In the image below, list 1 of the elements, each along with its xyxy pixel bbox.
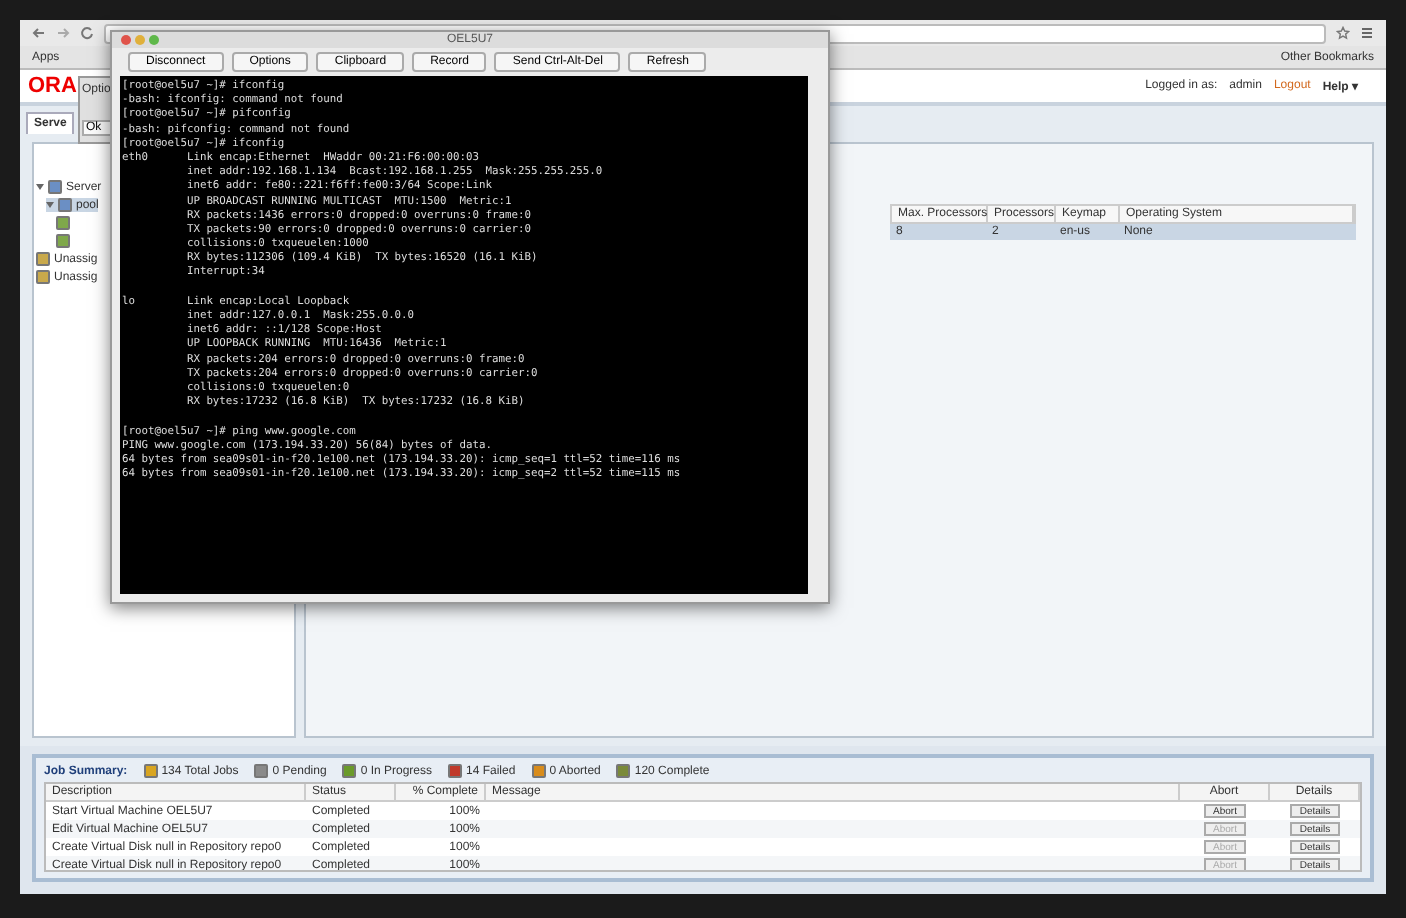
logo: ORA — [28, 74, 77, 98]
